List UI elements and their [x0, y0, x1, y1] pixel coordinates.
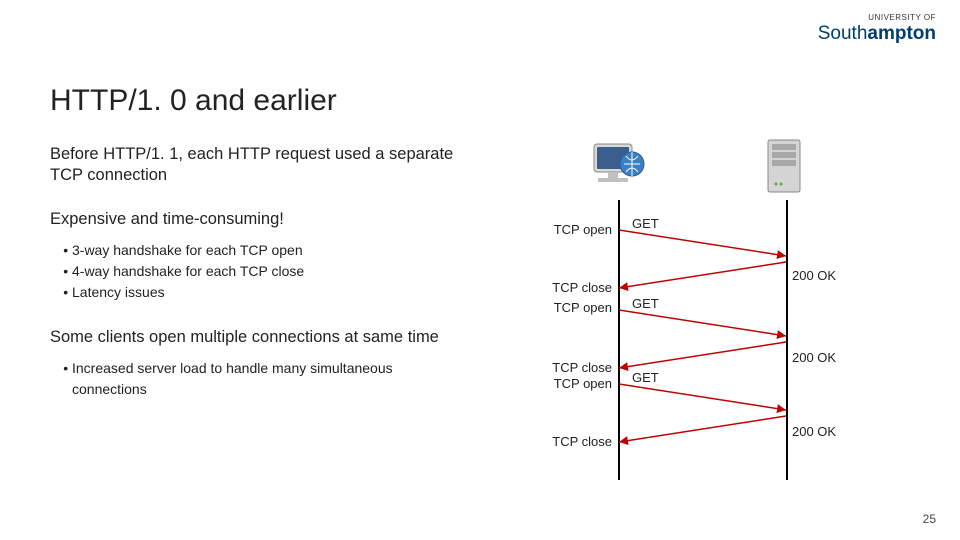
- get-label-2: GET: [632, 296, 659, 311]
- paragraph-2: Expensive and time-consuming!: [50, 209, 470, 230]
- logo-name-bold: ampton: [867, 23, 936, 44]
- tcp-close-label-2: TCP close: [532, 360, 612, 375]
- content-area: Before HTTP/1. 1, each HTTP request used…: [50, 144, 470, 424]
- logo-prefix: UNIVERSITY OF: [818, 14, 936, 22]
- sequence-diagram: TCP open TCP close TCP open TCP close TC…: [530, 140, 860, 480]
- bullet-list-2: Increased server load to handle many sim…: [72, 358, 470, 400]
- paragraph-3: Some clients open multiple connections a…: [50, 327, 470, 348]
- get-label-3: GET: [632, 370, 659, 385]
- get-label-1: GET: [632, 216, 659, 231]
- bullet-1-2: 4-way handshake for each TCP close: [72, 261, 470, 282]
- tcp-close-label-3: TCP close: [532, 434, 612, 449]
- paragraph-1: Before HTTP/1. 1, each HTTP request used…: [50, 144, 470, 185]
- bullet-list-1: 3-way handshake for each TCP open 4-way …: [72, 240, 470, 303]
- bullet-1-3: Latency issues: [72, 282, 470, 303]
- tcp-open-label-1: TCP open: [532, 222, 612, 237]
- ok-label-1: 200 OK: [792, 268, 836, 283]
- logo-name-pre: South: [818, 23, 868, 44]
- ok-label-3: 200 OK: [792, 424, 836, 439]
- slide-title: HTTP/1. 0 and earlier: [50, 84, 337, 118]
- university-logo: UNIVERSITY OF Southampton: [818, 14, 936, 43]
- bullet-1-1: 3-way handshake for each TCP open: [72, 240, 470, 261]
- ok-label-2: 200 OK: [792, 350, 836, 365]
- page-number: 25: [923, 512, 936, 526]
- tcp-open-label-2: TCP open: [532, 300, 612, 315]
- tcp-close-label-1: TCP close: [532, 280, 612, 295]
- tcp-open-label-3: TCP open: [532, 376, 612, 391]
- bullet-2-1: Increased server load to handle many sim…: [72, 358, 470, 400]
